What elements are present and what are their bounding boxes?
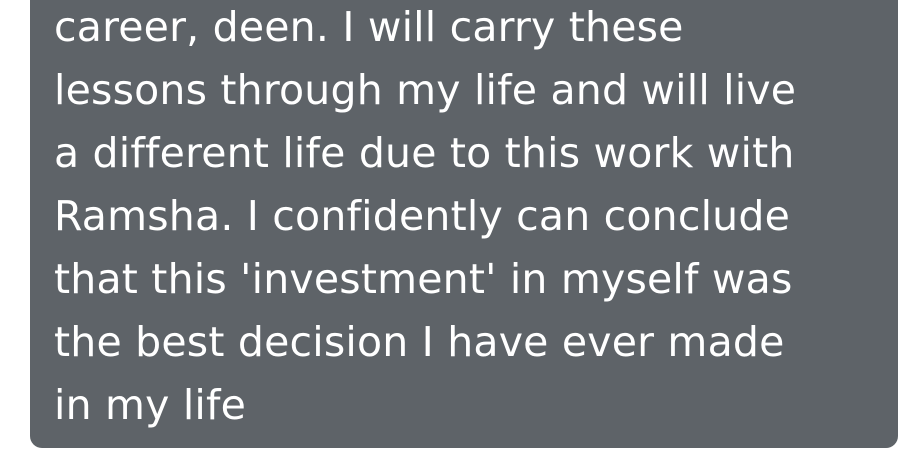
message-line: the best decision I have ever made (54, 318, 785, 366)
message-line: in my life (54, 381, 247, 429)
message-text: career, deen. I will carry these lessons… (54, 0, 874, 437)
message-line: lessons through my life and will live (54, 66, 797, 114)
message-line: career, deen. I will carry these (54, 3, 684, 51)
message-line: that this 'investment' in myself was (54, 255, 793, 303)
message-line: Ramsha. I confidently can conclude (54, 192, 791, 240)
message-bubble: career, deen. I will carry these lessons… (30, 0, 898, 448)
message-line: a different life due to this work with (54, 129, 795, 177)
